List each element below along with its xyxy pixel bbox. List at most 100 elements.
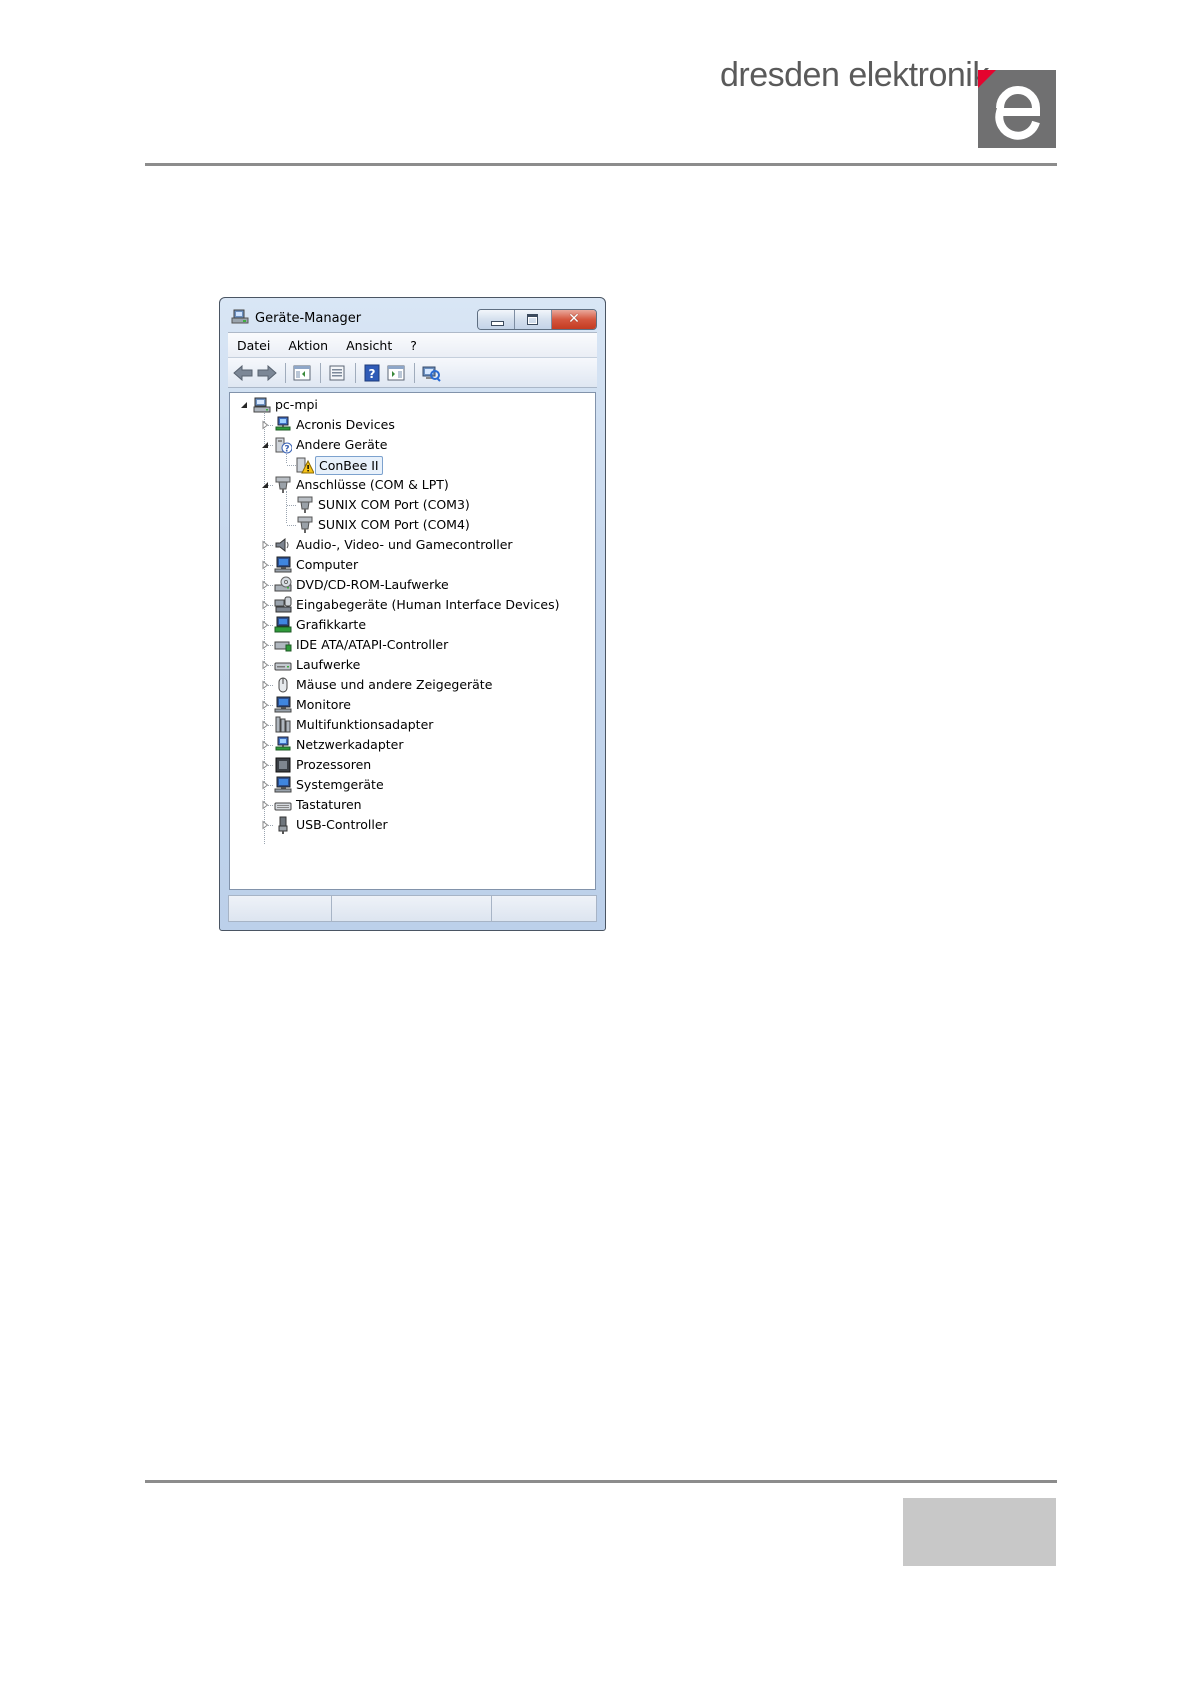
collapsed-triangle-icon[interactable] [260, 600, 270, 610]
tree-node[interactable]: Prozessoren [230, 755, 595, 775]
scan-hardware-button[interactable] [420, 362, 442, 384]
tree-node[interactable]: ConBee II [230, 455, 595, 475]
monitor-icon [274, 696, 292, 713]
tree-node-label: Laufwerke [296, 657, 361, 672]
tree-node[interactable]: Laufwerke [230, 655, 595, 675]
collapsed-triangle-icon[interactable] [260, 580, 270, 590]
device-tree: pc-mpi Acronis Devices? Andere Geräte ConBe… [229, 392, 596, 890]
status-cell [332, 896, 492, 921]
toolbar-separator [414, 362, 415, 383]
tree-node[interactable]: SUNIX COM Port (COM3) [230, 495, 595, 515]
console-tree-button[interactable] [291, 362, 313, 384]
collapsed-triangle-icon[interactable] [260, 540, 270, 550]
close-button[interactable]: ✕ [552, 310, 596, 329]
tree-node-label: Multifunktionsadapter [296, 717, 434, 732]
help-icon: ? [364, 364, 380, 381]
expanded-triangle-icon[interactable] [260, 440, 270, 450]
brand-name: dresden elektronik [720, 56, 989, 94]
port-icon [275, 476, 291, 493]
tree-node-label: Tastaturen [296, 797, 362, 812]
minimize-button[interactable] [478, 310, 515, 329]
tree-node-label: Acronis Devices [296, 417, 395, 432]
tree-node[interactable]: Tastaturen [230, 795, 595, 815]
tree-node[interactable]: Grafikkarte [230, 615, 595, 635]
tree-connector [287, 525, 296, 526]
tree-node[interactable]: USB-Controller [230, 815, 595, 835]
help-button[interactable]: ? [361, 362, 383, 384]
expanded-triangle-icon[interactable] [239, 400, 249, 410]
collapsed-triangle-icon[interactable] [260, 800, 270, 810]
tree-node[interactable]: Audio-, Video- und Gamecontroller [230, 535, 595, 555]
forward-button[interactable] [256, 362, 278, 384]
collapsed-triangle-icon[interactable] [260, 700, 270, 710]
collapsed-triangle-icon[interactable] [260, 780, 270, 790]
collapsed-triangle-icon[interactable] [260, 560, 270, 570]
forward-arrow-icon [257, 364, 277, 381]
port-icon [297, 516, 313, 533]
collapsed-triangle-icon[interactable] [260, 760, 270, 770]
hid-icon [274, 596, 292, 613]
collapsed-triangle-icon[interactable] [260, 820, 270, 830]
toolbar-separator [320, 362, 321, 383]
tree-node-label: ConBee II [315, 456, 383, 475]
tree-node[interactable]: Mäuse und andere Zeigegeräte [230, 675, 595, 695]
properties-icon [329, 365, 345, 380]
collapsed-triangle-icon[interactable] [260, 420, 270, 430]
tree-node[interactable]: Systemgeräte [230, 775, 595, 795]
tree-node[interactable]: Monitore [230, 695, 595, 715]
title-bar[interactable]: Geräte-Manager ✕ [220, 298, 605, 332]
window-title: Geräte-Manager [255, 311, 362, 326]
menu-help[interactable]: ? [401, 338, 426, 353]
collapsed-triangle-icon[interactable] [260, 740, 270, 750]
tree-node[interactable]: Acronis Devices [230, 415, 595, 435]
maximize-button[interactable] [515, 310, 552, 329]
tree-node[interactable]: DVD/CD-ROM-Laufwerke [230, 575, 595, 595]
tree-node[interactable]: ? Andere Geräte [230, 435, 595, 455]
monitor-icon [274, 776, 292, 793]
tree-connector [287, 505, 296, 506]
menu-ansicht[interactable]: Ansicht [337, 338, 401, 353]
collapsed-triangle-icon[interactable] [260, 620, 270, 630]
tree-node[interactable]: Netzwerkadapter [230, 735, 595, 755]
collapsed-triangle-icon[interactable] [260, 720, 270, 730]
tree-connector [287, 465, 296, 466]
minimize-icon [491, 321, 504, 326]
brand-logo [978, 70, 1056, 148]
header-rule [145, 163, 1057, 166]
tree-node-label: Audio-, Video- und Gamecontroller [296, 537, 513, 552]
tree-node-label: Mäuse und andere Zeigegeräte [296, 677, 493, 692]
tree-node-label: SUNIX COM Port (COM3) [318, 497, 470, 512]
collapsed-triangle-icon[interactable] [260, 660, 270, 670]
back-button[interactable] [232, 362, 254, 384]
properties-button[interactable] [326, 362, 348, 384]
keyboard-icon [274, 802, 292, 811]
tree-node[interactable]: Computer [230, 555, 595, 575]
tree-node[interactable]: Multifunktionsadapter [230, 715, 595, 735]
tree-node-label: Grafikkarte [296, 617, 367, 632]
scan-hardware-changes-icon [422, 366, 441, 382]
maximize-icon [527, 314, 538, 325]
expanded-triangle-icon[interactable] [260, 480, 270, 490]
page-number-box [903, 1498, 1056, 1566]
tree-node-label: pc-mpi [275, 397, 318, 412]
menu-datei[interactable]: Datei [228, 338, 279, 353]
tree-node-label: Computer [296, 557, 359, 572]
tree-node[interactable]: IDE ATA/ATAPI-Controller [230, 635, 595, 655]
svg-text:?: ? [284, 445, 289, 455]
collapsed-triangle-icon[interactable] [260, 680, 270, 690]
back-arrow-icon [233, 364, 253, 381]
computer-network-icon [253, 397, 271, 413]
tree-node-label: DVD/CD-ROM-Laufwerke [296, 577, 449, 592]
tree-node-label: Anschlüsse (COM & LPT) [296, 477, 449, 492]
tree-node[interactable]: SUNIX COM Port (COM4) [230, 515, 595, 535]
disk-drive-icon [274, 662, 292, 671]
tree-node[interactable]: Eingabegeräte (Human Interface Devices) [230, 595, 595, 615]
tree-node-label: Netzwerkadapter [296, 737, 404, 752]
tree-node-label: Andere Geräte [296, 437, 388, 452]
action-pane-button[interactable] [385, 362, 407, 384]
menu-aktion[interactable]: Aktion [279, 338, 337, 353]
multifunction-adapter-icon [275, 716, 291, 733]
tree-node[interactable]: pc-mpi [230, 395, 595, 415]
tree-node[interactable]: Anschlüsse (COM & LPT) [230, 475, 595, 495]
collapsed-triangle-icon[interactable] [260, 640, 270, 650]
